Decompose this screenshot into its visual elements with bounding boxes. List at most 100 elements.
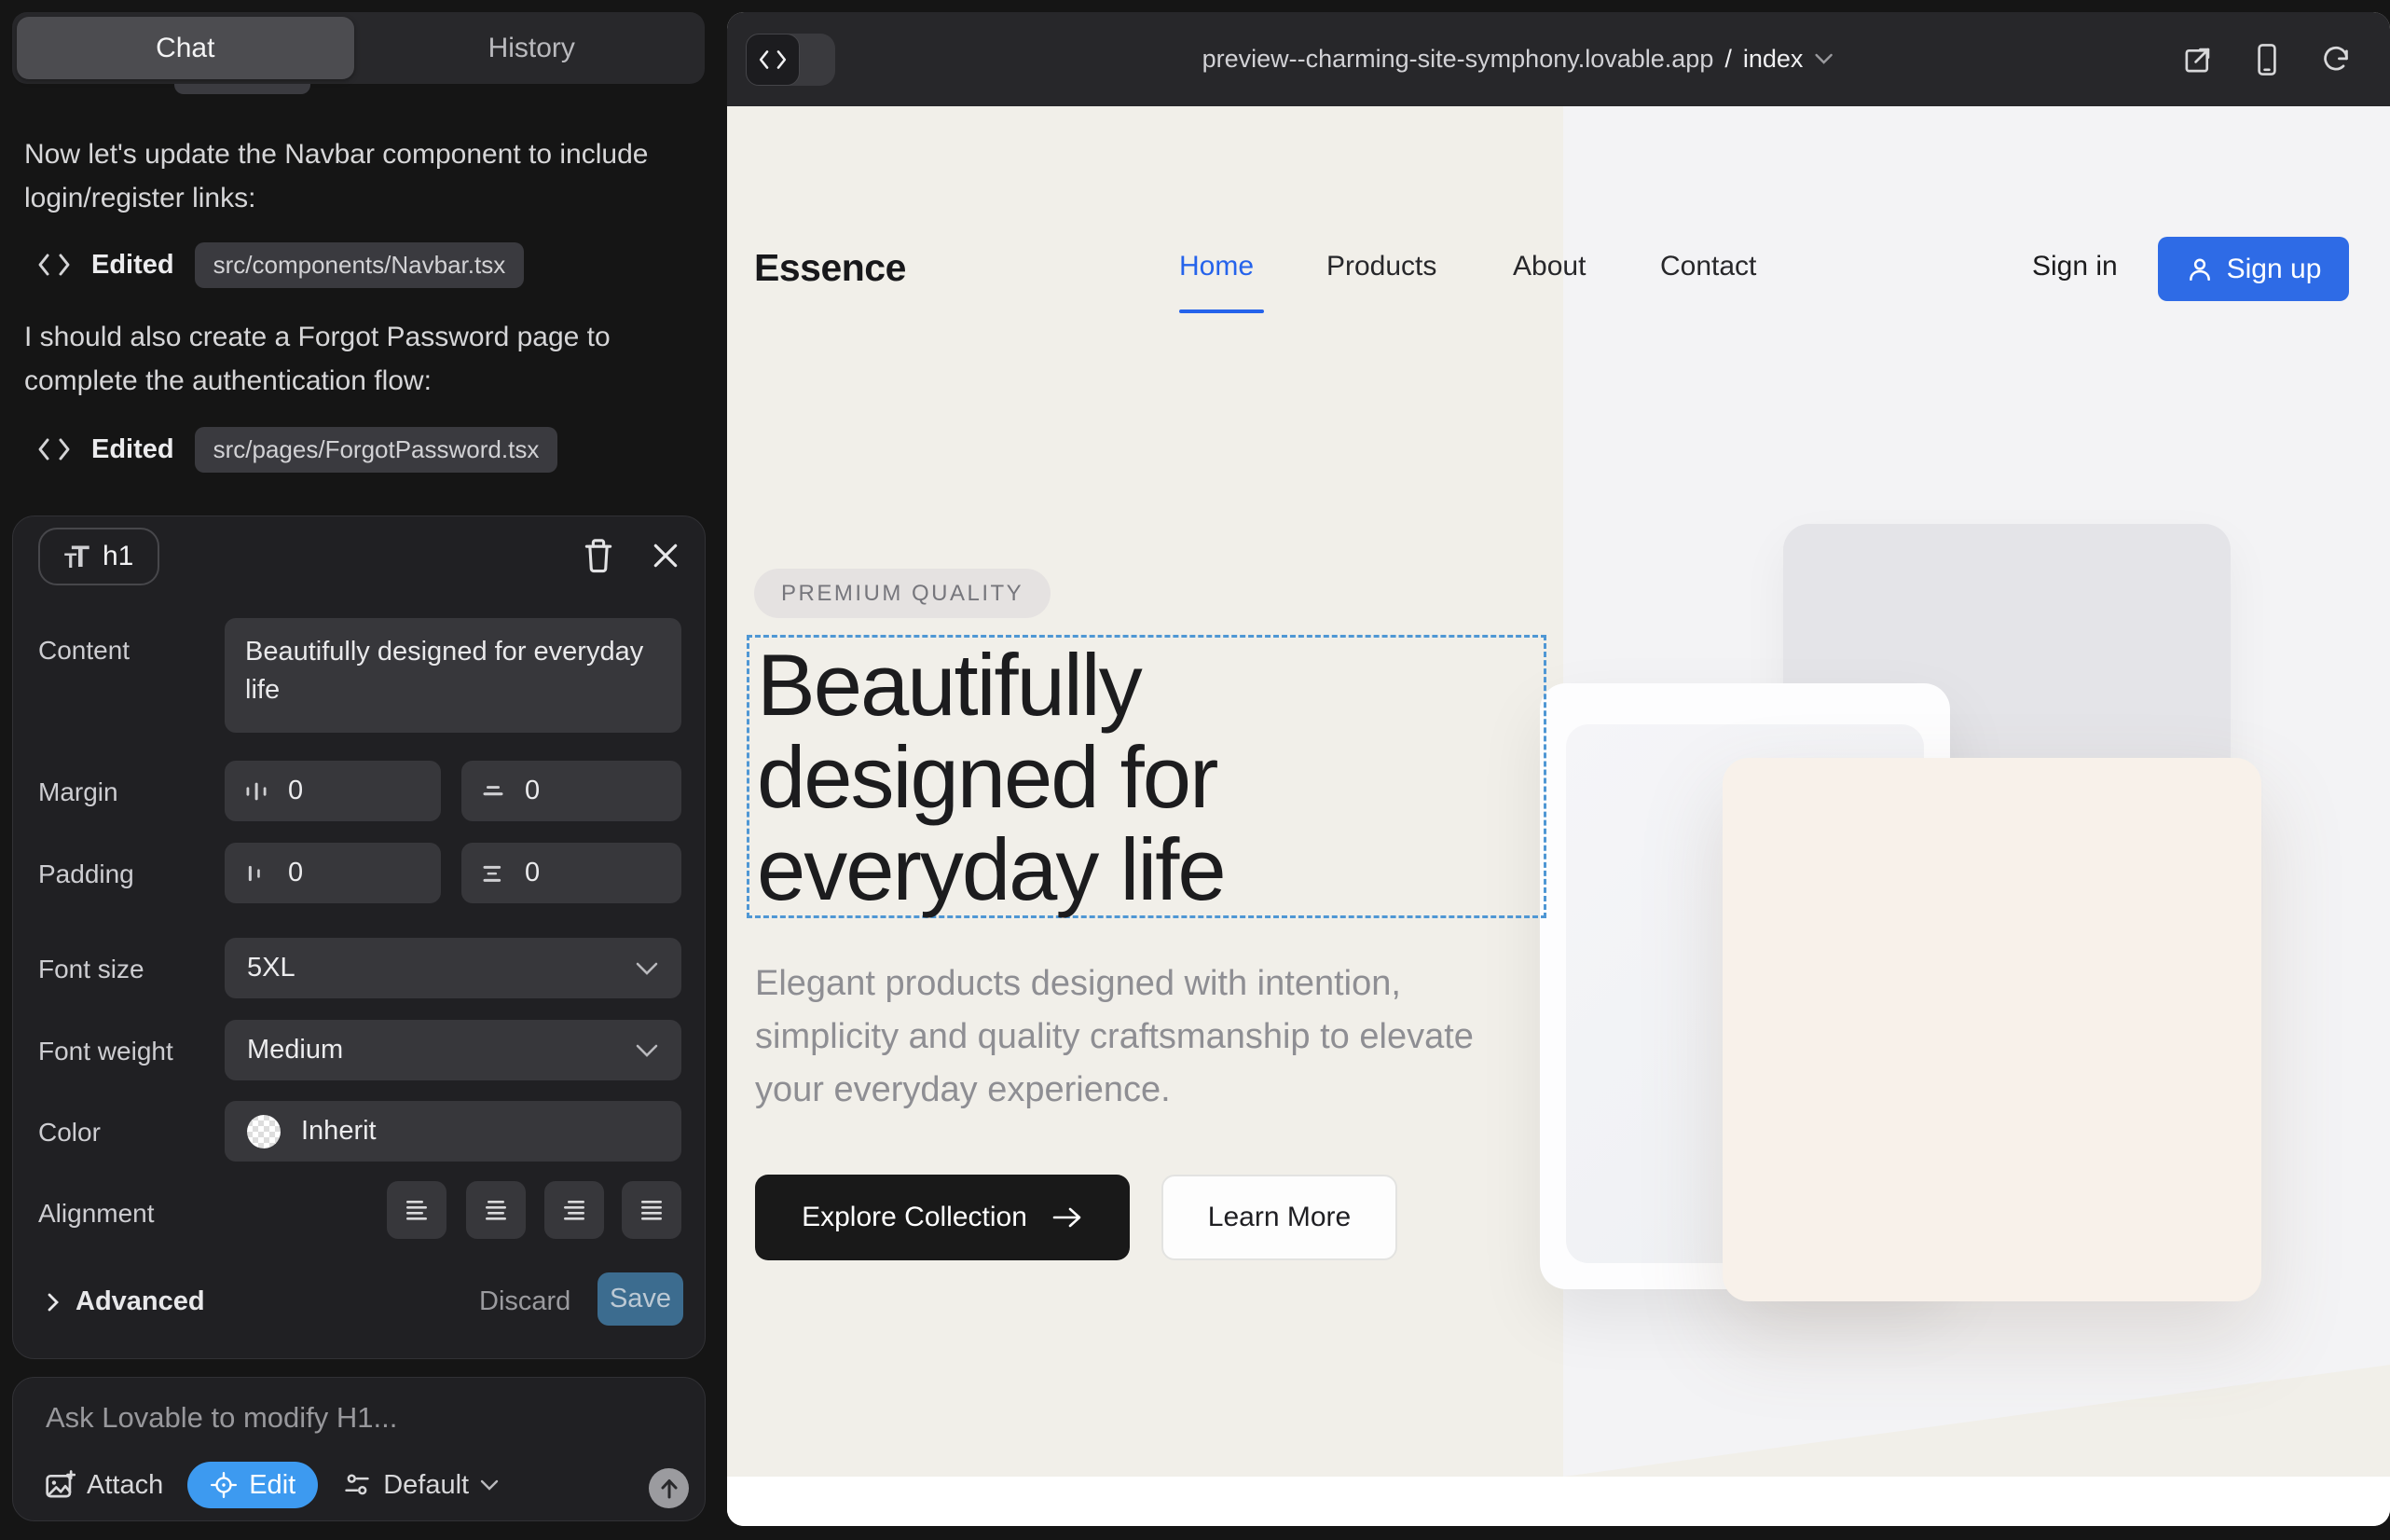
padding-label: Padding bbox=[38, 859, 134, 889]
refresh-icon bbox=[2321, 45, 2351, 75]
open-external-button[interactable] bbox=[2177, 39, 2218, 80]
nav-link-products[interactable]: Products bbox=[1326, 251, 1436, 282]
tab-chat[interactable]: Chat bbox=[17, 17, 354, 79]
element-editor-panel: TT h1 Content Beautifully designed for e… bbox=[12, 516, 706, 1359]
close-icon bbox=[651, 541, 680, 571]
content-input[interactable]: Beautifully designed for everyday life bbox=[225, 618, 681, 733]
edit-mode-button[interactable]: Edit bbox=[187, 1462, 318, 1508]
code-view-button[interactable] bbox=[746, 34, 800, 86]
mode-label: Default bbox=[383, 1470, 469, 1501]
mode-select[interactable]: Default bbox=[342, 1470, 499, 1501]
type-icon: TT bbox=[64, 542, 89, 571]
margin-x-input[interactable] bbox=[286, 775, 402, 807]
arrow-right-icon bbox=[1051, 1205, 1083, 1230]
font-size-select[interactable]: 5XL bbox=[225, 938, 681, 998]
margin-y-input[interactable] bbox=[523, 775, 639, 807]
advanced-label: Advanced bbox=[76, 1286, 205, 1317]
browser-toolbar: preview--charming-site-symphony.lovable.… bbox=[727, 12, 2390, 106]
site-logo[interactable]: Essence bbox=[754, 246, 906, 290]
chevron-down-icon bbox=[635, 961, 659, 976]
margin-x-field[interactable] bbox=[225, 761, 441, 821]
save-button[interactable]: Save bbox=[598, 1272, 683, 1326]
align-left-button[interactable] bbox=[387, 1181, 446, 1239]
nav-link-home[interactable]: Home bbox=[1179, 251, 1254, 282]
refresh-button[interactable] bbox=[2315, 39, 2356, 80]
font-weight-label: Font weight bbox=[38, 1037, 173, 1066]
edited-label: Edited bbox=[91, 250, 174, 281]
hero-heading-line: everyday life bbox=[757, 823, 1225, 915]
url-bar[interactable]: preview--charming-site-symphony.lovable.… bbox=[1202, 12, 1834, 106]
edited-file-chip[interactable]: src/pages/ForgotPassword.tsx bbox=[195, 427, 558, 473]
padding-x-field[interactable] bbox=[225, 843, 441, 903]
learn-more-button[interactable]: Learn More bbox=[1161, 1175, 1397, 1260]
delete-element-button[interactable] bbox=[578, 535, 619, 576]
code-icon bbox=[37, 252, 71, 278]
code-icon bbox=[37, 436, 71, 462]
edited-label: Edited bbox=[91, 434, 174, 465]
target-icon bbox=[210, 1471, 238, 1499]
decor-card-beige bbox=[1723, 758, 2261, 1301]
hero-description: Elegant products designed with intention… bbox=[755, 957, 1501, 1117]
color-select[interactable]: Inherit bbox=[225, 1101, 681, 1162]
align-right-icon bbox=[561, 1199, 587, 1221]
nav-link-contact[interactable]: Contact bbox=[1660, 251, 1756, 282]
browser-actions bbox=[2177, 12, 2356, 106]
padding-x-input[interactable] bbox=[286, 857, 402, 889]
chat-history-tabbar: Chat History bbox=[12, 12, 705, 84]
composer-input[interactable] bbox=[44, 1400, 644, 1436]
edited-file-chip[interactable]: src/components/Navbar.tsx bbox=[195, 242, 525, 288]
align-center-button[interactable] bbox=[466, 1181, 526, 1239]
hero-badge: PREMIUM QUALITY bbox=[754, 569, 1051, 618]
hero-heading-line: Beautifully bbox=[757, 639, 1225, 731]
color-swatch bbox=[247, 1115, 281, 1148]
align-left-icon bbox=[404, 1199, 430, 1221]
code-preview-toggle bbox=[746, 34, 835, 86]
padding-y-field[interactable] bbox=[461, 843, 681, 903]
align-center-icon bbox=[483, 1199, 509, 1221]
edited-file-row: Edited src/components/Navbar.tsx bbox=[37, 242, 524, 287]
sliders-icon bbox=[342, 1470, 372, 1500]
mobile-device-icon bbox=[2256, 43, 2278, 76]
url-host: preview--charming-site-symphony.lovable.… bbox=[1202, 45, 1714, 74]
attach-label: Attach bbox=[87, 1470, 163, 1501]
sign-in-link[interactable]: Sign in bbox=[2032, 251, 2118, 282]
selected-element-pill: TT h1 bbox=[38, 528, 159, 585]
chevron-down-icon bbox=[480, 1479, 499, 1492]
hero-heading[interactable]: Beautifully designed for everyday life bbox=[757, 639, 1225, 915]
nav-active-underline bbox=[1179, 309, 1264, 313]
tab-history[interactable]: History bbox=[364, 17, 701, 79]
mobile-view-button[interactable] bbox=[2246, 39, 2287, 80]
lovable-app-window: Chat History Now let's update the Navbar… bbox=[0, 0, 2390, 1540]
sign-up-button[interactable]: Sign up bbox=[2158, 237, 2349, 301]
font-weight-select[interactable]: Medium bbox=[225, 1020, 681, 1080]
code-icon bbox=[758, 48, 788, 71]
close-panel-button[interactable] bbox=[645, 535, 686, 576]
padding-horizontal-icon bbox=[243, 860, 269, 887]
arrow-up-icon bbox=[659, 1478, 680, 1500]
preview-site: Essence Home Products About Contact Sign… bbox=[727, 106, 2390, 1526]
font-size-label: Font size bbox=[38, 955, 144, 984]
edit-label: Edit bbox=[249, 1470, 295, 1501]
explore-collection-label: Explore Collection bbox=[802, 1202, 1027, 1233]
chat-composer: Attach Edit Default bbox=[12, 1377, 706, 1521]
edited-file-row: Edited src/pages/ForgotPassword.tsx bbox=[37, 427, 557, 472]
attach-button[interactable]: Attach bbox=[44, 1469, 163, 1501]
explore-collection-button[interactable]: Explore Collection bbox=[755, 1175, 1130, 1260]
content-label: Content bbox=[38, 636, 130, 666]
margin-y-field[interactable] bbox=[461, 761, 681, 821]
margin-horizontal-icon bbox=[243, 778, 269, 804]
hero-heading-line: designed for bbox=[757, 731, 1225, 823]
discard-button[interactable]: Discard bbox=[479, 1286, 570, 1317]
padding-y-input[interactable] bbox=[523, 857, 639, 889]
attach-image-icon bbox=[44, 1469, 76, 1501]
composer-toolbar: Attach Edit Default bbox=[44, 1462, 499, 1508]
nav-link-about[interactable]: About bbox=[1513, 251, 1586, 282]
align-justify-button[interactable] bbox=[622, 1181, 681, 1239]
chat-message: Now let's update the Navbar component to… bbox=[24, 132, 691, 220]
send-button[interactable] bbox=[649, 1468, 689, 1508]
align-justify-icon bbox=[639, 1199, 665, 1221]
font-size-value: 5XL bbox=[247, 953, 295, 983]
advanced-toggle[interactable]: Advanced bbox=[46, 1286, 205, 1317]
align-right-button[interactable] bbox=[544, 1181, 604, 1239]
url-separator: / bbox=[1724, 45, 1732, 74]
